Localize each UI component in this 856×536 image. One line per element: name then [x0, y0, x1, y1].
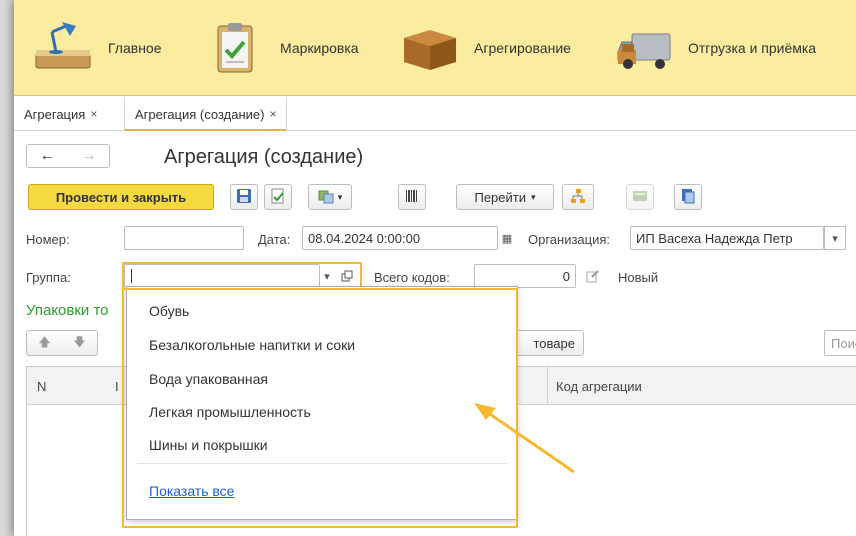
tab-aggregation[interactable]: Агрегация ×	[24, 97, 97, 131]
status-text: Новый	[618, 270, 659, 285]
date-value: 08.04.2024 0:00:00	[308, 230, 421, 246]
total-codes-label: Всего кодов:	[374, 270, 450, 285]
chevron-down-icon[interactable]: ▾	[316, 264, 338, 288]
section-shipping-label: Отгрузка и приёмка	[688, 40, 817, 56]
page-title: Агрегация (создание)	[164, 146, 364, 168]
date-label: Дата:	[258, 232, 291, 247]
barcode-icon	[404, 188, 420, 207]
barcode-button[interactable]	[398, 184, 426, 210]
total-codes-field: 0	[474, 264, 576, 288]
save-button[interactable]	[230, 184, 258, 210]
hierarchy-button[interactable]	[562, 184, 594, 210]
dropdown-item[interactable]: Шины и покрышки	[149, 437, 268, 453]
print-preview-icon	[680, 188, 696, 207]
history-nav: ← →	[26, 144, 110, 168]
print-button[interactable]	[674, 184, 702, 210]
app-window: Главное Маркировка Агрегирование Отгрузк…	[14, 0, 856, 536]
organization-field[interactable]: ИП Васеха Надежда Петр	[630, 226, 824, 250]
section-shipping[interactable]: Отгрузка и приёмка	[612, 0, 816, 96]
column-header-i[interactable]: I	[115, 367, 119, 405]
move-buttons: 🡅 🡇	[26, 330, 98, 356]
dropdown-item[interactable]: Обувь	[149, 303, 189, 319]
go-to-button[interactable]: Перейти ▾	[456, 184, 554, 210]
edit-pencil-icon[interactable]	[582, 264, 604, 288]
post-and-close-button[interactable]: Провести и закрыть	[28, 184, 214, 210]
section-aggregation[interactable]: Агрегирование	[398, 0, 571, 96]
number-field[interactable]	[124, 226, 244, 250]
goods-button[interactable]: товаре	[510, 330, 584, 356]
tab-label: Агрегация (создание)	[135, 106, 265, 122]
tab-aggregation-create[interactable]: Агрегация (создание) ×	[124, 97, 288, 131]
hierarchy-icon	[570, 188, 586, 207]
sections-panel: Главное Маркировка Агрегирование Отгрузк…	[14, 0, 856, 96]
packages-caption: Упаковки то	[26, 302, 109, 319]
report-icon	[632, 188, 648, 207]
group-dropdown: Обувь Безалкогольные напитки и соки Вода…	[126, 286, 518, 520]
section-aggregation-label: Агрегирование	[474, 40, 571, 56]
chevron-down-icon[interactable]: ▾	[824, 226, 846, 250]
arrow-down-icon[interactable]: 🡇	[73, 333, 85, 354]
dropdown-item[interactable]: Легкая промышленность	[149, 404, 311, 420]
section-main-label: Главное	[108, 40, 162, 56]
close-icon[interactable]: ×	[269, 107, 276, 121]
create-based-on-icon	[318, 188, 334, 207]
document-post-icon	[270, 188, 286, 207]
column-header-n[interactable]: N	[37, 367, 46, 405]
calendar-icon[interactable]: ▦	[496, 226, 518, 250]
dropdown-separator	[137, 463, 507, 464]
section-marking-label: Маркировка	[280, 40, 359, 56]
desk-lamp-icon	[32, 20, 96, 76]
organization-label: Организация:	[528, 232, 611, 247]
floppy-disk-icon	[236, 188, 252, 207]
open-form-icon[interactable]	[336, 264, 358, 288]
dropdown-item[interactable]: Вода упакованная	[149, 371, 268, 387]
tab-label: Агрегация	[24, 106, 86, 122]
column-header-aggregation-code[interactable]: Код агрегации	[547, 367, 642, 405]
arrow-up-icon[interactable]: 🡅	[38, 333, 50, 354]
text-cursor	[131, 269, 132, 283]
search-input[interactable]: Поис	[824, 330, 856, 356]
section-marking[interactable]: Маркировка	[204, 0, 359, 96]
number-label: Номер:	[26, 232, 70, 247]
dropdown-item[interactable]: Безалкогольные напитки и соки	[149, 337, 355, 353]
forward-arrow-icon[interactable]: →	[81, 147, 97, 165]
chevron-down-icon: ▾	[337, 191, 343, 202]
go-to-label: Перейти	[474, 189, 526, 205]
delivery-truck-icon	[612, 20, 676, 76]
report-button[interactable]	[626, 184, 654, 210]
date-field[interactable]: 08.04.2024 0:00:00	[302, 226, 498, 250]
show-all-link[interactable]: Показать все	[149, 483, 234, 499]
create-based-on-button[interactable]: ▾	[308, 184, 352, 210]
box-icon	[398, 20, 462, 76]
section-main[interactable]: Главное	[32, 0, 162, 96]
chevron-down-icon: ▾	[530, 191, 536, 202]
group-input[interactable]	[124, 264, 320, 288]
back-arrow-icon[interactable]: ←	[40, 147, 56, 165]
tab-bar: Агрегация × Агрегация (создание) ×	[14, 97, 856, 131]
close-icon[interactable]: ×	[90, 107, 97, 121]
group-label: Группа:	[26, 270, 71, 285]
post-document-button[interactable]	[264, 184, 292, 210]
clipboard-icon	[204, 20, 268, 76]
organization-value: ИП Васеха Надежда Петр	[636, 230, 793, 246]
